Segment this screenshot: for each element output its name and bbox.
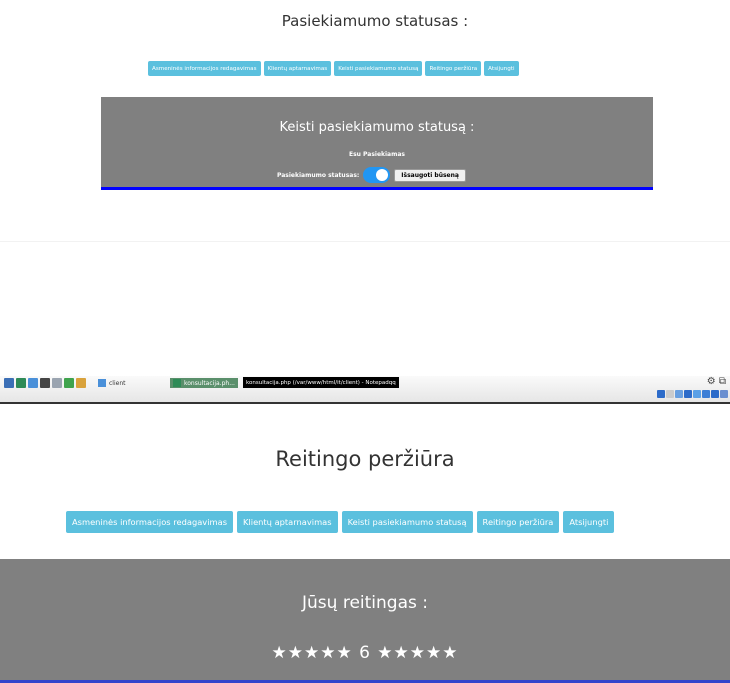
status-panel: Keisti pasiekiamumo statusą : Esu Pasiek… xyxy=(101,97,653,190)
page-title: Pasiekiamumo statusas : xyxy=(281,12,469,30)
top-nav: Asmeninės informacijos redagavimas Klien… xyxy=(148,61,519,76)
taskbar-item[interactable]: konsultacija.ph... xyxy=(170,378,238,388)
status-toggle[interactable] xyxy=(363,167,391,183)
save-status-button[interactable]: Išsaugoti būseną xyxy=(394,168,466,182)
taskbar: client konsultacija.ph... konsultacija.p… xyxy=(0,376,730,404)
system-tray-top: ⚙ ⧉ xyxy=(706,376,726,387)
main-nav: Asmeninės informacijos redagavimas Klien… xyxy=(66,511,615,533)
rating-value: ★★★★★ 6 ★★★★★ xyxy=(271,643,459,663)
editor-icon[interactable] xyxy=(52,378,62,388)
volume-icon[interactable] xyxy=(666,390,674,398)
status-row: Pasiekiamumo statusas: Išsaugoti būseną xyxy=(277,167,466,183)
rating-panel: Jūsų reitingas : ★★★★★ 6 ★★★★★ xyxy=(0,559,730,683)
nav-personal-info-button[interactable]: Asmeninės informacijos redagavimas xyxy=(66,511,234,533)
taskbar-item[interactable]: client xyxy=(98,378,125,388)
rating-panel-title: Jūsų reitingas : xyxy=(302,593,428,613)
current-status-text: Esu Pasiekiamas xyxy=(349,151,405,158)
panel-title: Keisti pasiekiamumo statusą : xyxy=(279,120,475,135)
browser-icon xyxy=(173,379,181,387)
menu-icon[interactable] xyxy=(4,378,14,388)
network-icon[interactable] xyxy=(657,390,665,398)
mail-icon[interactable] xyxy=(711,390,719,398)
browser-icon[interactable] xyxy=(16,378,26,388)
system-tray xyxy=(657,390,728,398)
folder-icon xyxy=(98,379,106,387)
nav-change-status-button[interactable]: Keisti pasiekiamumo statusą xyxy=(341,511,473,533)
nav-personal-info-button[interactable]: Asmeninės informacijos redagavimas xyxy=(148,61,261,76)
files-icon[interactable] xyxy=(28,378,38,388)
task-label: client xyxy=(109,379,126,387)
page-title: Reitingo peržiūra xyxy=(275,447,455,471)
clock-icon[interactable] xyxy=(684,390,692,398)
nav-change-status-button[interactable]: Keisti pasiekiamumo statusą xyxy=(334,61,423,76)
battery-icon[interactable] xyxy=(675,390,683,398)
update-icon[interactable] xyxy=(693,390,701,398)
display-icon[interactable] xyxy=(702,390,710,398)
nav-client-service-button[interactable]: Klientų aptarnavimas xyxy=(237,511,338,533)
divider xyxy=(0,241,730,242)
status-label: Pasiekiamumo statusas: xyxy=(277,171,360,179)
taskbar-active-item[interactable]: konsultacija.php (/var/www/html/it/clien… xyxy=(243,377,399,388)
nav-logout-button[interactable]: Atsijungti xyxy=(563,511,615,533)
toggle-knob xyxy=(376,169,389,181)
help-icon[interactable] xyxy=(720,390,728,398)
nav-rating-button[interactable]: Reitingo peržiūra xyxy=(425,61,482,76)
terminal-icon[interactable] xyxy=(40,378,50,388)
nav-rating-button[interactable]: Reitingo peržiūra xyxy=(476,511,560,533)
app-icon[interactable] xyxy=(64,378,74,388)
quick-launch xyxy=(4,378,86,388)
task-label: konsultacija.ph... xyxy=(184,379,235,387)
nav-client-service-button[interactable]: Klientų aptarnavimas xyxy=(263,61,332,76)
settings-icon[interactable] xyxy=(76,378,86,388)
nav-logout-button[interactable]: Atsijungti xyxy=(484,61,519,76)
